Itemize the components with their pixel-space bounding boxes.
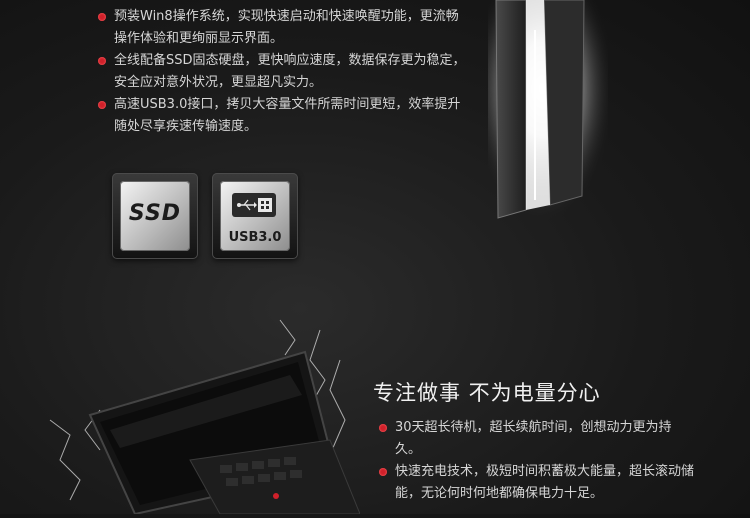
ssd-label: SSD bbox=[128, 201, 182, 226]
feature-text: 30天超长待机，超长续航时间，创想动力更为持久。 bbox=[395, 420, 672, 457]
light-door-image bbox=[488, 0, 608, 222]
list-item: 30天超长待机，超长续航时间，创想动力更为持久。 bbox=[377, 417, 697, 461]
list-item: 预装Win8操作系统，实现快速启动和快速唤醒功能，更流畅操作体验和更绚丽显示界面… bbox=[96, 6, 466, 50]
usb-label: USB3.0 bbox=[228, 230, 282, 245]
usb-badge: USB3.0 bbox=[212, 173, 298, 259]
list-item: 高速USB3.0接口，拷贝大容量文件所需时间更短，效率提升随处尽享疾速传输速度。 bbox=[96, 94, 466, 138]
bullet-icon bbox=[379, 424, 387, 432]
feature-text: 全线配备SSD固态硬盘，更快响应速度，数据保存更为稳定，安全应对意外状况，更显超… bbox=[114, 53, 466, 90]
bullet-icon bbox=[98, 13, 106, 21]
feature-list-top: 预装Win8操作系统，实现快速启动和快速唤醒功能，更流畅操作体验和更绚丽显示界面… bbox=[96, 6, 466, 138]
feature-text: 高速USB3.0接口，拷贝大容量文件所需时间更短，效率提升随处尽享疾速传输速度。 bbox=[114, 97, 461, 134]
ssd-badge-face: SSD bbox=[120, 181, 190, 251]
usb-badge-face: USB3.0 bbox=[220, 181, 290, 251]
list-item: 快速充电技术，极短时间积蓄极大能量，超长滚动储能，无论何时何地都确保电力十足。 bbox=[377, 461, 697, 505]
laptop-image bbox=[40, 300, 361, 516]
feature-text: 预装Win8操作系统，实现快速启动和快速唤醒功能，更流畅操作体验和更绚丽显示界面… bbox=[114, 9, 459, 46]
bullet-icon bbox=[98, 101, 106, 109]
feature-list-bottom: 30天超长待机，超长续航时间，创想动力更为持久。 快速充电技术，极短时间积蓄极大… bbox=[377, 417, 697, 505]
usb-icon bbox=[230, 189, 280, 221]
bullet-icon bbox=[379, 468, 387, 476]
feature-text: 快速充电技术，极短时间积蓄极大能量，超长滚动储能，无论何时何地都确保电力十足。 bbox=[395, 464, 695, 501]
bullet-icon bbox=[98, 57, 106, 65]
ssd-badge: SSD bbox=[112, 173, 198, 259]
list-item: 全线配备SSD固态硬盘，更快响应速度，数据保存更为稳定，安全应对意外状况，更显超… bbox=[96, 50, 466, 94]
battery-headline: 专注做事 不为电量分心 bbox=[373, 381, 601, 405]
